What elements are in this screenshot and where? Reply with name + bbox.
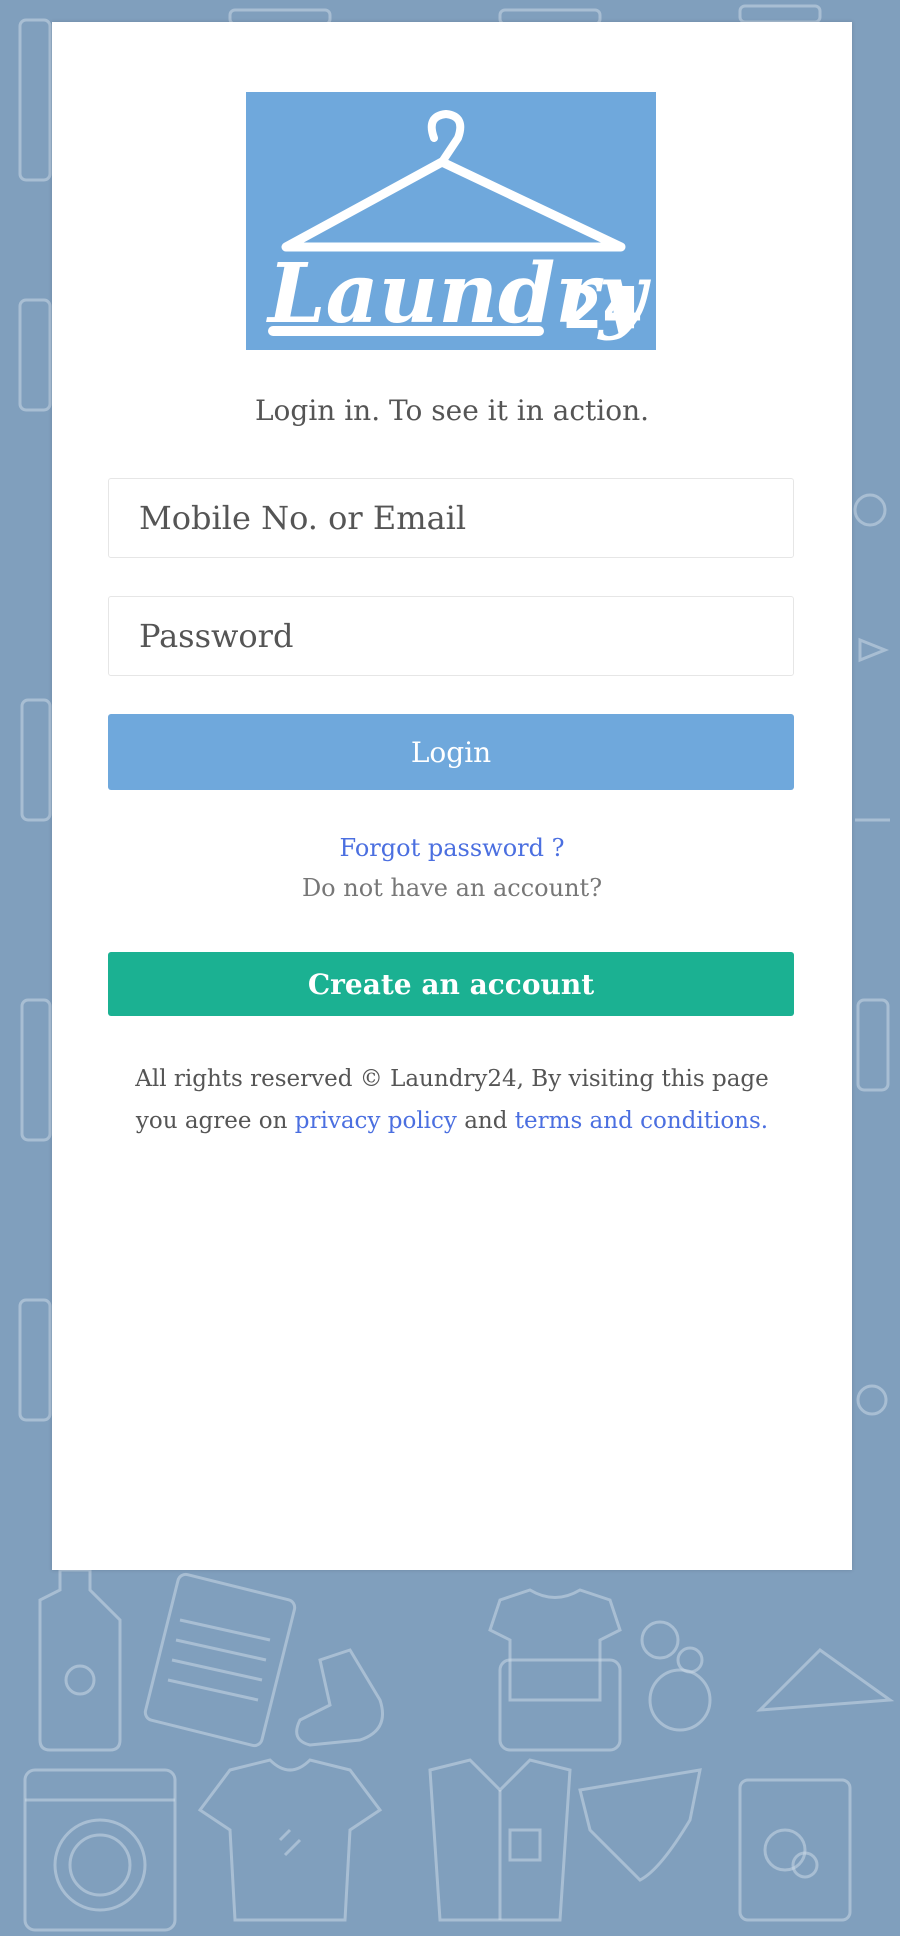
terms-conditions-link[interactable]: terms and conditions. [515,1108,768,1134]
footer-prefix: you agree on [135,1108,288,1134]
shirt-icon [428,1758,572,1922]
password-field[interactable] [108,596,794,676]
bubbles-icon [640,1620,712,1732]
spray-bottle-icon [38,1568,122,1752]
privacy-policy-link[interactable]: privacy policy [295,1108,457,1134]
footer-and: and [464,1108,508,1134]
tshirt-icon [488,1588,622,1752]
forgot-password-link[interactable]: Forgot password ? [340,834,565,862]
svg-text:24: 24 [562,274,643,342]
washing-machine-icon [23,1768,177,1932]
ironing-board-icon [143,1572,297,1748]
hanger-icon [281,110,626,252]
login-tagline: Login in. To see it in action. [254,394,650,427]
forgot-password-row: Forgot password ? [52,834,852,862]
hanger-icon [756,1648,895,1712]
footer-legal-text: All rights reserved © Laundry24, By visi… [92,1058,812,1142]
detergent-icon [738,1778,852,1922]
shirt-icon [578,1768,702,1882]
tshirt-icon [197,1758,383,1922]
footer-line1: All rights reserved © Laundry24, By visi… [135,1066,769,1092]
email-field[interactable] [108,478,794,558]
laundry24-logo: Laundry 24 [246,92,656,350]
sock-icon [295,1648,384,1747]
login-card: Laundry 24 Login in. To see it in action… [52,22,852,1570]
login-button[interactable]: Login [108,714,794,790]
no-account-text: Do not have an account? [301,874,603,902]
create-account-button[interactable]: Create an account [108,952,794,1016]
